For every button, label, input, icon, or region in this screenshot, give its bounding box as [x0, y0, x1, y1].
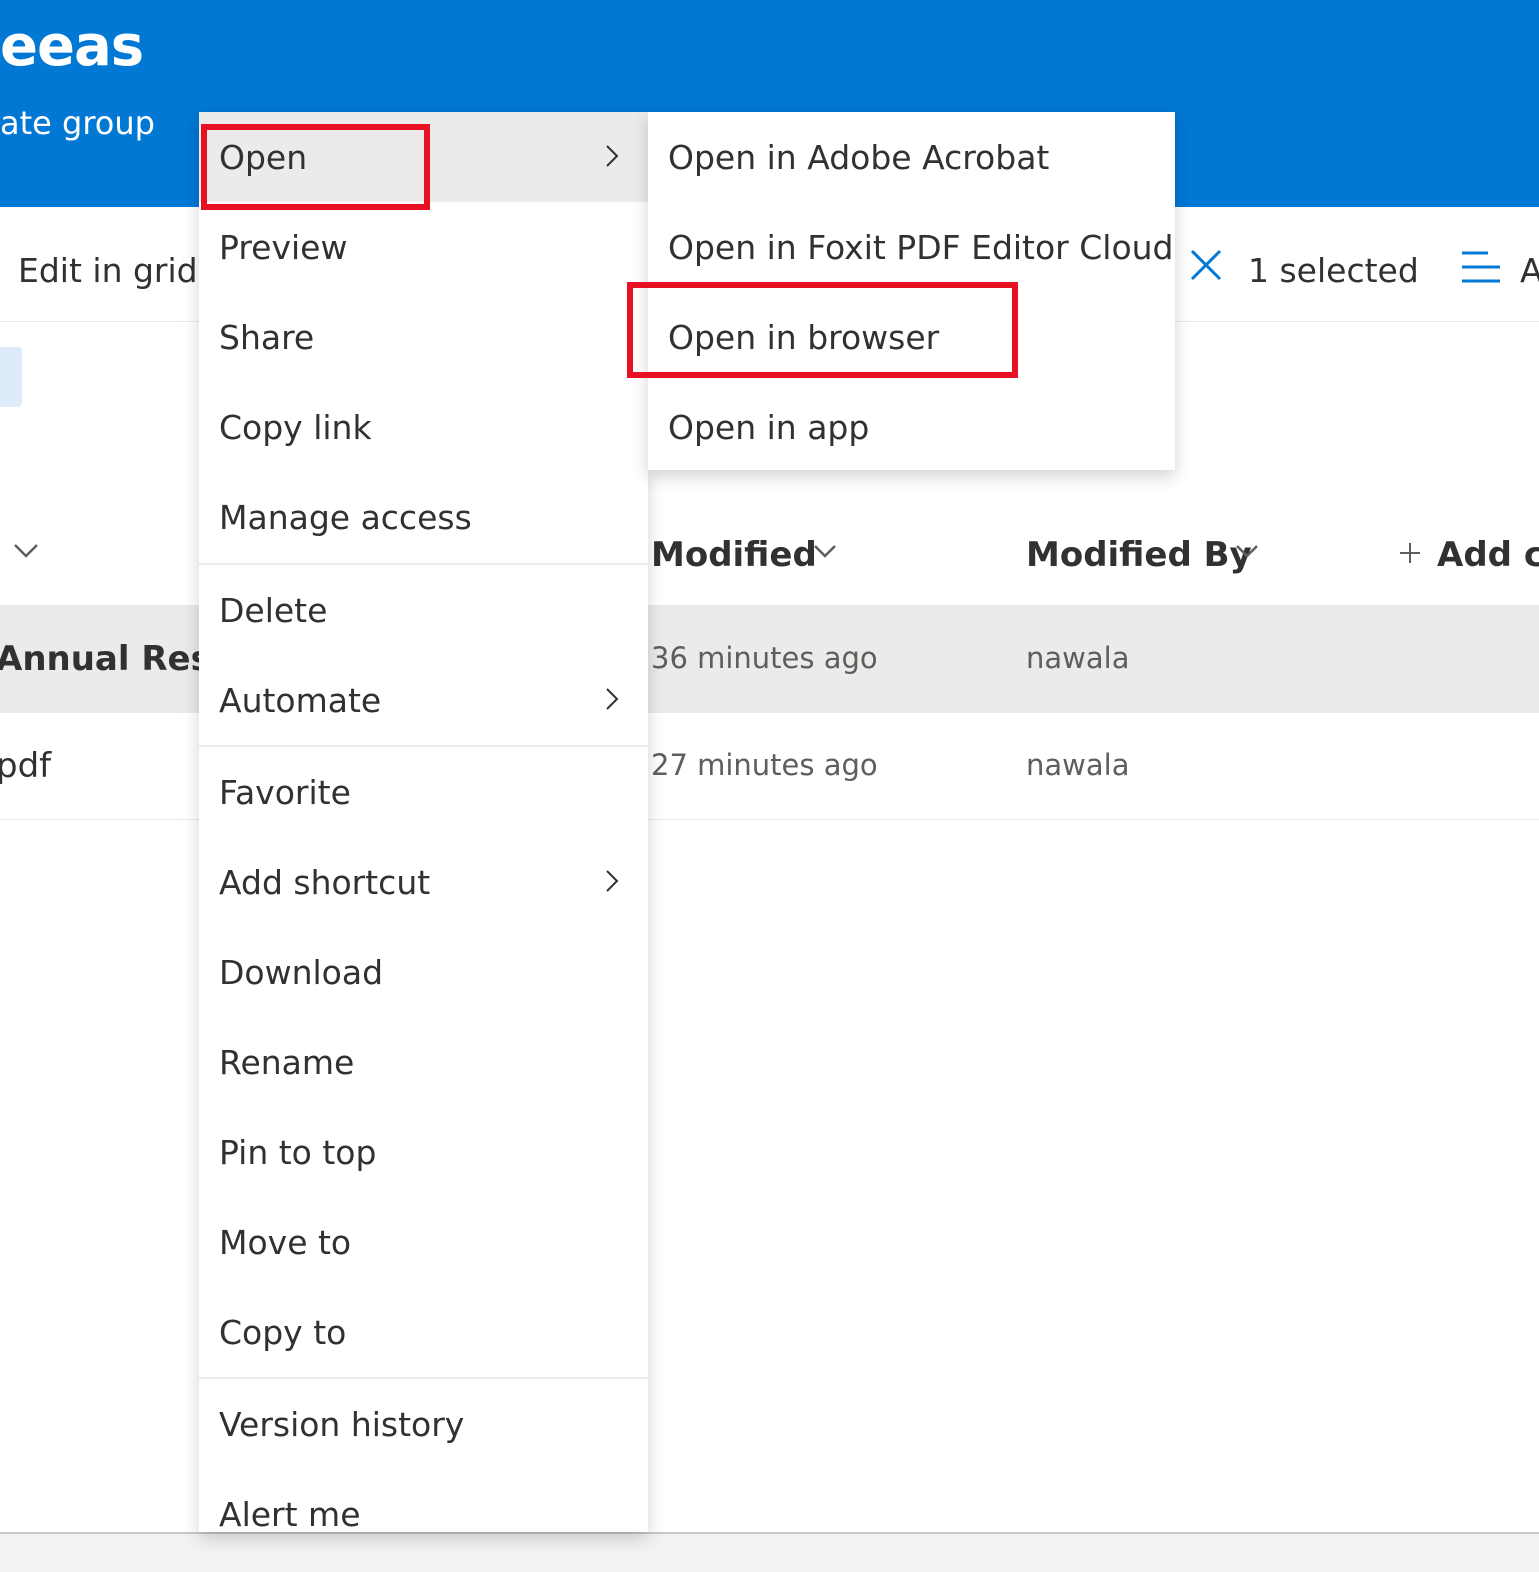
menu-lines-icon[interactable]	[1460, 247, 1502, 287]
menu-item-copy-link[interactable]: Copy link	[199, 382, 648, 472]
highlight-open	[201, 124, 430, 210]
menu-item-copy-to[interactable]: Copy to	[199, 1287, 648, 1377]
modified-by-cell[interactable]: nawala	[1026, 641, 1129, 675]
selection-count: 1 selected	[1248, 251, 1419, 290]
menu-item-label: Rename	[219, 1043, 355, 1082]
close-icon[interactable]	[1188, 247, 1224, 283]
modified-cell: 27 minutes ago	[651, 748, 878, 782]
context-menu: Open Preview Share Copy link Manage acce…	[199, 112, 648, 1532]
chevron-down-icon[interactable]	[1234, 543, 1260, 561]
menu-item-label: Copy to	[219, 1313, 347, 1352]
menu-item-version-history[interactable]: Version history	[199, 1379, 648, 1469]
plus-icon[interactable]	[1398, 541, 1422, 565]
menu-item-label: Pin to top	[219, 1133, 377, 1172]
site-title[interactable]: eeas	[0, 14, 144, 79]
menu-item-favorite[interactable]: Favorite	[199, 747, 648, 837]
menu-item-label: Copy link	[219, 408, 372, 447]
menu-item-label: Move to	[219, 1223, 352, 1262]
menu-item-share[interactable]: Share	[199, 292, 648, 382]
menu-item-label: Alert me	[219, 1495, 361, 1532]
chevron-down-icon[interactable]	[812, 543, 838, 561]
menu-item-label: Share	[219, 318, 315, 357]
menu-item-label: Favorite	[219, 773, 351, 812]
menu-item-download[interactable]: Download	[199, 927, 648, 1017]
menu-item-label: Manage access	[219, 498, 472, 537]
modified-by-cell[interactable]: nawala	[1026, 748, 1129, 782]
chevron-right-icon	[606, 870, 619, 892]
submenu-item-label: Open in Adobe Acrobat	[668, 138, 1050, 177]
menu-item-label: Delete	[219, 591, 328, 630]
menu-item-label: Version history	[219, 1405, 465, 1444]
menu-item-move-to[interactable]: Move to	[199, 1197, 648, 1287]
chevron-down-icon[interactable]	[12, 541, 40, 561]
file-name[interactable]: pdf	[0, 746, 51, 786]
column-header-modified-by[interactable]: Modified By	[1026, 535, 1252, 575]
menu-item-label: Download	[219, 953, 384, 992]
submenu-item-label: Open in app	[668, 408, 870, 447]
view-chip[interactable]	[0, 347, 22, 407]
menu-item-manage-access[interactable]: Manage access	[199, 472, 648, 562]
submenu-item-open-in-adobe-acrobat[interactable]: Open in Adobe Acrobat	[648, 112, 1175, 202]
chevron-right-icon	[606, 145, 619, 167]
highlight-open-in-browser	[627, 282, 1018, 378]
add-column-button[interactable]: Add co	[1437, 535, 1539, 575]
menu-item-add-shortcut[interactable]: Add shortcut	[199, 837, 648, 927]
edit-in-grid-button[interactable]: Edit in grid v	[18, 251, 228, 290]
menu-item-rename[interactable]: Rename	[199, 1017, 648, 1107]
menu-item-automate[interactable]: Automate	[199, 655, 648, 745]
menu-item-alert-me[interactable]: Alert me	[199, 1469, 648, 1532]
toolbar-trailing-label[interactable]: A	[1520, 251, 1539, 290]
submenu-item-open-in-app[interactable]: Open in app	[648, 382, 1175, 472]
submenu-item-open-in-foxit[interactable]: Open in Foxit PDF Editor Cloud	[648, 202, 1175, 292]
chevron-right-icon	[606, 688, 619, 710]
menu-item-label: Add shortcut	[219, 863, 431, 902]
menu-item-preview[interactable]: Preview	[199, 202, 648, 292]
menu-item-pin-to-top[interactable]: Pin to top	[199, 1107, 648, 1197]
submenu-item-label: Open in Foxit PDF Editor Cloud	[668, 228, 1174, 267]
menu-item-delete[interactable]: Delete	[199, 565, 648, 655]
site-subtitle: ate group	[0, 104, 155, 142]
column-header-modified[interactable]: Modified	[651, 535, 817, 575]
menu-item-label: Preview	[219, 228, 348, 267]
menu-item-label: Automate	[219, 681, 382, 720]
bottom-bar	[0, 1532, 1539, 1572]
modified-cell: 36 minutes ago	[651, 641, 878, 675]
